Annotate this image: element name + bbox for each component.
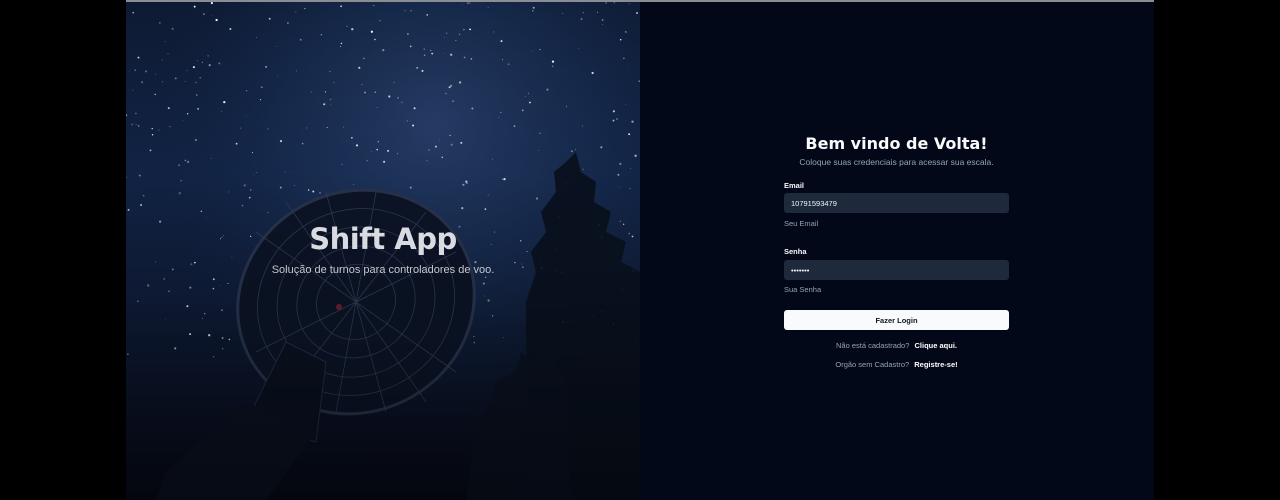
login-button[interactable]: Fazer Login (784, 310, 1009, 330)
org-register-row: Orgão sem Cadastro? Registre-se! (784, 360, 1009, 369)
password-help-text: Sua Senha (784, 285, 822, 294)
email-label: Email (784, 181, 805, 190)
register-prompt: Não está cadastrado? (836, 341, 910, 350)
login-panel: Bem vindo de Volta! Coloque suas credenc… (640, 2, 1154, 500)
email-input[interactable] (784, 193, 1009, 213)
hero-panel: Shift App Solução de turnos para control… (126, 2, 640, 500)
app-title: Shift App (309, 222, 457, 256)
org-register-prompt: Orgão sem Cadastro? (835, 360, 910, 369)
register-link[interactable]: Clique aqui. (914, 341, 957, 350)
org-register-link[interactable]: Registre-se! (914, 360, 957, 369)
email-help-text: Seu Email (784, 219, 819, 228)
hero-text: Shift App Solução de turnos para control… (126, 222, 640, 276)
login-subtitle: Coloque suas credenciais para acessar su… (799, 157, 994, 167)
register-row: Não está cadastrado? Clique aqui. (784, 341, 1009, 350)
password-input[interactable] (784, 260, 1009, 280)
password-label: Senha (784, 247, 807, 256)
login-title: Bem vindo de Volta! (805, 134, 988, 153)
login-page: Shift App Solução de turnos para control… (126, 0, 1154, 500)
app-tagline: Solução de turnos para controladores de … (271, 264, 495, 276)
